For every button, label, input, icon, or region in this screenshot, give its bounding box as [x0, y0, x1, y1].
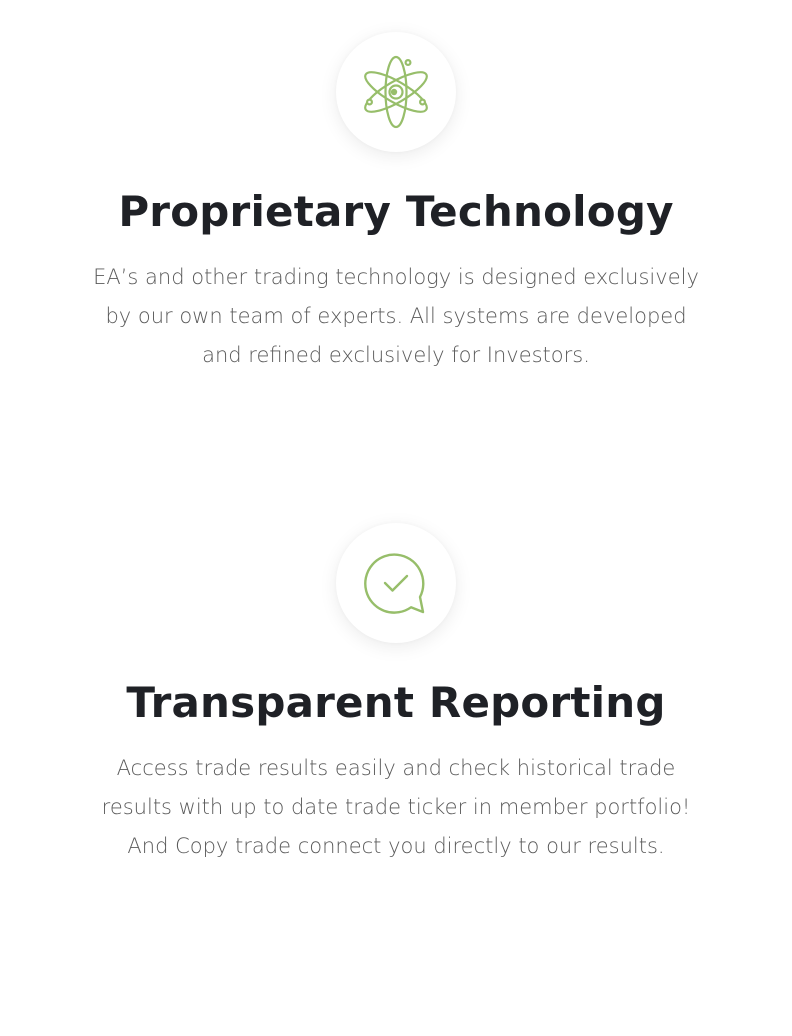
feature-description: EA’s and other trading technology is des… [93, 265, 699, 367]
feature-proprietary-technology: Proprietary Technology EA’s and other tr… [0, 32, 792, 375]
feature-transparent-reporting: Transparent Reporting Access trade resul… [0, 523, 792, 866]
feature-title: Proprietary Technology [118, 187, 674, 236]
icon-badge [336, 32, 456, 152]
feature-title: Transparent Reporting [126, 678, 666, 727]
chat-check-icon [364, 553, 425, 614]
icon-badge [336, 523, 456, 643]
atom-icon [364, 55, 428, 129]
feature-description: Access trade results easily and check hi… [101, 756, 691, 858]
